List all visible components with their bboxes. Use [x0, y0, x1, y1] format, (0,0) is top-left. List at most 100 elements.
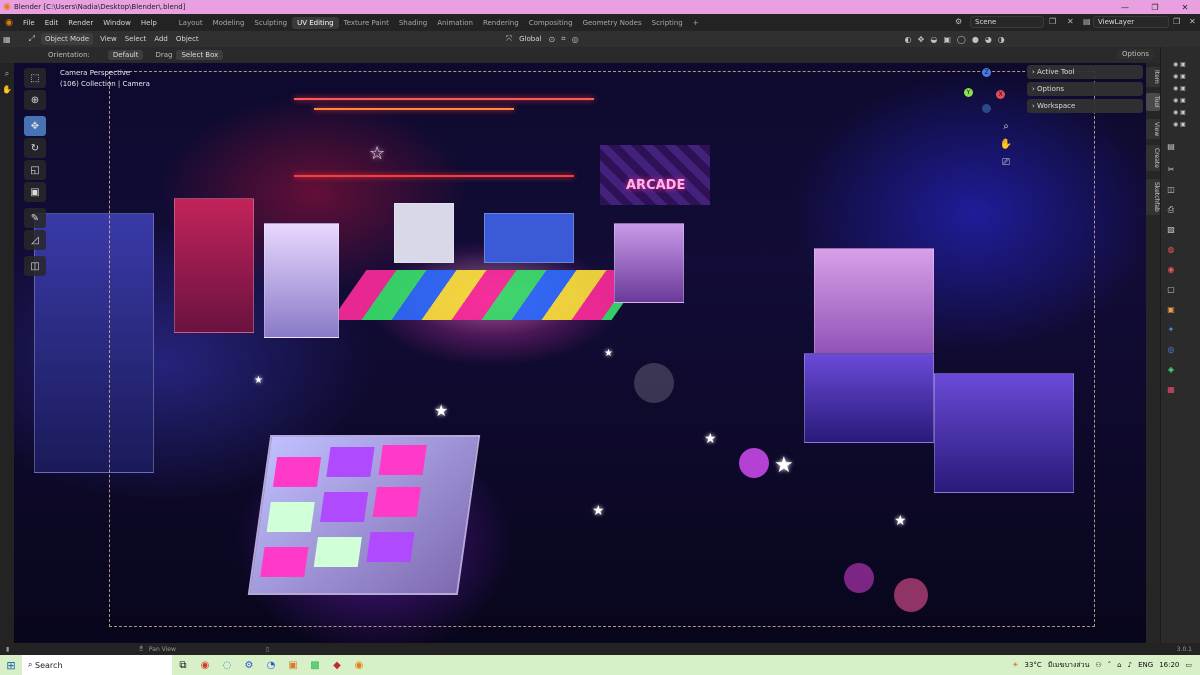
visibility-eye-icon[interactable]: ◉ ▣	[1173, 73, 1186, 80]
shading-solid-icon[interactable]: ●	[969, 35, 982, 44]
gizmo-toggle-icon[interactable]: ✥	[915, 35, 928, 44]
scene-properties-icon[interactable]: ◍	[1166, 245, 1176, 255]
pan-hand-icon[interactable]: ✋	[999, 139, 1013, 153]
volume-icon[interactable]: ♪	[1128, 661, 1132, 669]
rotate-tool[interactable]: ↻	[24, 138, 46, 158]
chrome-icon[interactable]: ◉	[194, 660, 216, 671]
snap-icon[interactable]: ⌗	[558, 34, 569, 44]
weather-icon[interactable]: ☀	[1012, 661, 1018, 669]
gizmo-y-axis[interactable]: Y	[964, 88, 973, 97]
visibility-icon[interactable]: ◐	[902, 35, 915, 44]
proportional-edit-icon[interactable]: ◎	[569, 35, 582, 44]
tab-create[interactable]: Create	[1146, 145, 1160, 171]
hand-icon[interactable]: ✋	[0, 85, 14, 94]
visibility-eye-icon[interactable]: ◉ ▣	[1173, 85, 1186, 92]
maximize-button[interactable]: ❐	[1140, 0, 1170, 14]
tab-scripting[interactable]: Scripting	[647, 17, 688, 29]
edge-icon[interactable]: ◌	[216, 660, 238, 671]
gizmo-x-axis[interactable]: X	[996, 90, 1005, 99]
menu-help[interactable]: Help	[136, 19, 162, 27]
blender-taskbar-icon[interactable]: ◉	[348, 660, 370, 671]
menu-edit[interactable]: Edit	[40, 19, 64, 27]
world-properties-icon[interactable]: ◉	[1166, 265, 1176, 275]
select-box-tool[interactable]: ⬚	[24, 68, 46, 88]
properties-editor-icon[interactable]: ▤	[1166, 142, 1176, 152]
camera-view-icon[interactable]: ⎚	[999, 157, 1013, 171]
zoom-icon[interactable]: ⌕	[0, 69, 14, 79]
options-dropdown[interactable]: Options	[1116, 49, 1154, 59]
move-tool[interactable]: ✥	[24, 116, 46, 136]
select-mode-icon[interactable]: ⤢	[26, 34, 38, 44]
menu-render[interactable]: Render	[63, 19, 98, 27]
annotate-tool[interactable]: ✎	[24, 208, 46, 228]
scene-selector[interactable]: Scene	[970, 16, 1044, 28]
overlay-toggle-icon[interactable]: ◒	[927, 35, 940, 44]
tab-item[interactable]: Item	[1146, 67, 1160, 87]
modifier-properties-icon[interactable]: ✦	[1166, 325, 1176, 335]
photos-icon[interactable]: ▣	[282, 660, 304, 671]
tab-layout[interactable]: Layout	[174, 17, 208, 29]
menu-window[interactable]: Window	[98, 19, 136, 27]
weather-temp[interactable]: 33°C	[1024, 661, 1041, 669]
gizmo-z-axis[interactable]: Z	[982, 68, 991, 77]
settings-icon[interactable]: ⚙	[238, 660, 260, 671]
delete-scene-icon[interactable]: ✕	[1067, 17, 1074, 26]
panel-active-tool[interactable]: › Active Tool	[1027, 65, 1143, 79]
chevron-up-icon[interactable]: ˄	[1108, 661, 1112, 669]
tab-sculpting[interactable]: Sculpting	[249, 17, 292, 29]
object-data-properties-icon[interactable]: ◈	[1166, 365, 1176, 375]
collection-properties-icon[interactable]: ▢	[1166, 285, 1176, 295]
scene-icon[interactable]: ⚙	[955, 17, 962, 26]
acrobat-icon[interactable]: ◆	[326, 660, 348, 671]
transform-tool[interactable]: ▣	[24, 182, 46, 202]
tab-texture-paint[interactable]: Texture Paint	[339, 17, 394, 29]
tool-properties-icon[interactable]: ✂	[1166, 165, 1176, 175]
add-workspace-button[interactable]: +	[688, 17, 704, 29]
object-mode-dropdown[interactable]: Object Mode	[40, 33, 94, 45]
physics-properties-icon[interactable]: ◎	[1166, 345, 1176, 355]
drag-dropdown[interactable]: Select Box	[176, 50, 224, 60]
notifications-icon[interactable]: ▭	[1185, 661, 1192, 669]
language-indicator[interactable]: ENG	[1138, 661, 1153, 669]
output-properties-icon[interactable]: ⎙	[1166, 205, 1176, 215]
view-layer-selector[interactable]: ViewLayer	[1093, 16, 1169, 28]
measure-tool[interactable]: ◿	[24, 230, 46, 250]
gizmo-neg-z[interactable]	[982, 104, 991, 113]
tab-uv-editing[interactable]: UV Editing	[292, 16, 339, 29]
shading-wireframe-icon[interactable]: ◯	[954, 35, 969, 44]
visibility-eye-icon[interactable]: ◉ ▣	[1173, 97, 1186, 104]
visibility-eye-icon[interactable]: ◉ ▣	[1173, 121, 1186, 128]
texture-properties-icon[interactable]: ▦	[1166, 385, 1176, 395]
shading-rendered-icon[interactable]: ◑	[995, 35, 1008, 44]
close-button[interactable]: ✕	[1170, 0, 1200, 14]
view-layer-icon[interactable]: ▤	[1083, 17, 1091, 26]
navigation-gizmo[interactable]: Z Y X	[964, 68, 1010, 114]
minimize-button[interactable]: —	[1110, 0, 1140, 14]
tab-animation[interactable]: Animation	[432, 17, 478, 29]
menu-view[interactable]: View	[96, 33, 121, 45]
3d-viewport[interactable]: ARCADE ★ ★ ★ ★ ★ ★ ★ ☆ Camera Perspectiv…	[14, 63, 1147, 643]
editor-type-icon[interactable]: ▦	[0, 35, 14, 44]
delete-view-layer-icon[interactable]: ✕	[1189, 17, 1196, 26]
tab-geometry-nodes[interactable]: Geometry Nodes	[578, 17, 647, 29]
add-cube-tool[interactable]: ◫	[24, 256, 46, 276]
blender-menu-icon[interactable]: ◉	[0, 18, 18, 28]
people-icon[interactable]: ⚇	[1095, 661, 1101, 669]
network-icon[interactable]: ⌂	[1117, 661, 1121, 669]
tab-sketchfab[interactable]: Sketchfab	[1146, 179, 1160, 215]
zoom-icon[interactable]: ⌕	[999, 121, 1013, 135]
menu-select[interactable]: Select	[121, 33, 151, 45]
object-properties-icon[interactable]: ▣	[1166, 305, 1176, 315]
visibility-eye-icon[interactable]: ◉ ▣	[1173, 109, 1186, 116]
visibility-eye-icon[interactable]: ◉ ▣	[1173, 61, 1186, 68]
menu-file[interactable]: File	[18, 19, 40, 27]
tab-compositing[interactable]: Compositing	[524, 17, 578, 29]
windows-start-icon[interactable]: ⊞	[0, 659, 22, 672]
panel-workspace[interactable]: › Workspace	[1027, 99, 1143, 113]
render-properties-icon[interactable]: ◫	[1166, 185, 1176, 195]
pivot-icon[interactable]: ⊙	[545, 35, 558, 44]
shading-material-icon[interactable]: ◕	[982, 35, 995, 44]
scale-tool[interactable]: ◱	[24, 160, 46, 180]
panel-options[interactable]: › Options	[1027, 82, 1143, 96]
tab-modeling[interactable]: Modeling	[208, 17, 250, 29]
